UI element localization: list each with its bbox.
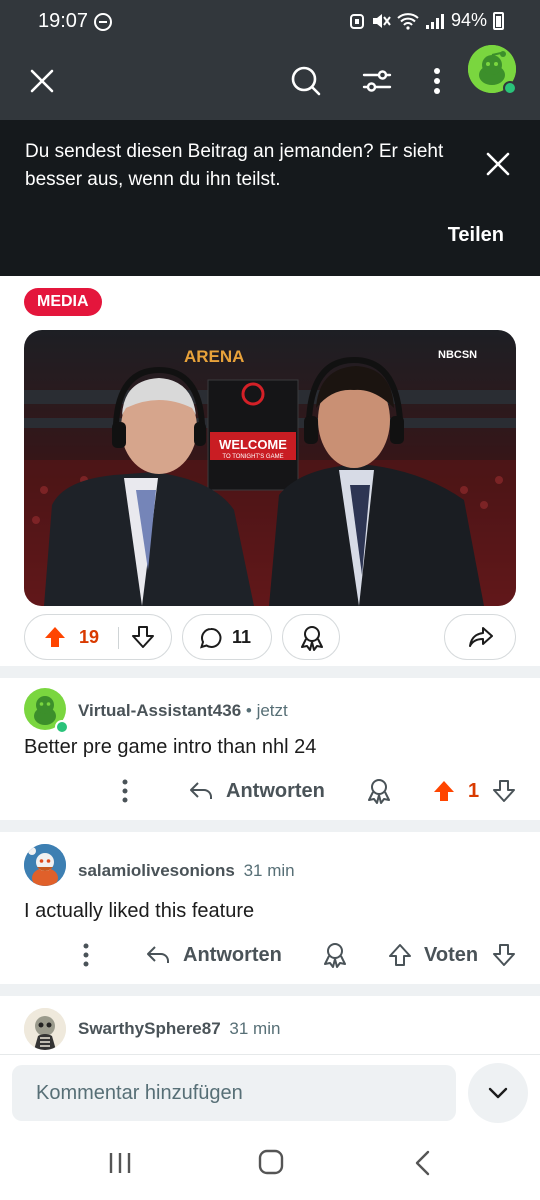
vote-button[interactable]: Voten bbox=[388, 935, 478, 975]
reply-arrow-icon bbox=[190, 782, 212, 799]
welcome-subtext: TO TONIGHT'S GAME bbox=[222, 454, 283, 460]
comment-username-row: Virtual-Assistant436 • jetzt bbox=[78, 701, 288, 721]
section-divider bbox=[0, 666, 540, 678]
section-divider bbox=[0, 820, 540, 832]
reply-button[interactable]: Antworten bbox=[188, 771, 325, 811]
share-banner: Du sendest diesen Beitrag an jemanden? E… bbox=[0, 120, 540, 276]
system-navigation-bar bbox=[0, 1130, 540, 1200]
snoo-avatar-icon bbox=[24, 1008, 66, 1050]
reply-button[interactable]: Antworten bbox=[145, 935, 282, 975]
video-player[interactable]: ARENA NBCSN WELCOME TO TONIGHT'S GAME bbox=[24, 330, 516, 606]
online-status-dot bbox=[55, 720, 69, 734]
search-icon[interactable] bbox=[281, 56, 331, 106]
battery-percent: 94% bbox=[450, 10, 487, 30]
comment-item: Virtual-Assistant436 • jetzt Better pre … bbox=[0, 678, 540, 820]
award-button[interactable] bbox=[282, 614, 340, 660]
comment-count: 11 bbox=[232, 626, 252, 647]
welcome-text: WELCOME bbox=[219, 437, 287, 452]
mute-icon bbox=[372, 13, 391, 28]
comment-time: • jetzt bbox=[245, 701, 288, 720]
status-bar: 19:07 94% bbox=[0, 0, 540, 44]
comment-more-icon[interactable] bbox=[121, 771, 129, 811]
vote-divider bbox=[118, 627, 119, 649]
comment-award-icon[interactable] bbox=[366, 771, 392, 811]
more-vertical-icon[interactable] bbox=[412, 56, 462, 106]
share-button[interactable]: Teilen bbox=[448, 224, 504, 247]
status-right: 94% bbox=[349, 10, 504, 31]
banner-close-icon[interactable] bbox=[484, 150, 512, 183]
downvote-icon[interactable] bbox=[131, 625, 155, 654]
battery-icon bbox=[493, 11, 504, 30]
home-icon[interactable] bbox=[258, 1149, 284, 1180]
comment-input[interactable] bbox=[12, 1065, 456, 1121]
comment-downvote-icon[interactable] bbox=[492, 771, 516, 811]
do-not-disturb-icon bbox=[94, 13, 112, 31]
comment-actions: Antworten 1 bbox=[0, 771, 540, 811]
comments-button[interactable]: 11 bbox=[182, 614, 272, 660]
share-arrow-icon bbox=[468, 625, 494, 654]
snoo-avatar-icon bbox=[24, 844, 66, 886]
post-actions: 19 11 bbox=[24, 614, 516, 660]
upvote-icon[interactable] bbox=[43, 625, 67, 654]
comment-award-icon[interactable] bbox=[322, 935, 348, 975]
commenter-avatar[interactable] bbox=[24, 1008, 66, 1050]
vote-pill: 19 bbox=[24, 614, 172, 660]
comment-username[interactable]: Virtual-Assistant436 bbox=[78, 701, 241, 720]
wifi-icon bbox=[397, 12, 419, 30]
comment-time: 31 min bbox=[229, 1019, 281, 1038]
comment-body: Better pre game intro than nhl 24 bbox=[24, 736, 317, 758]
reply-label: Antworten bbox=[183, 943, 282, 966]
reply-arrow-icon bbox=[147, 946, 169, 963]
section-divider bbox=[0, 984, 540, 996]
comment-body: I actually liked this feature bbox=[24, 900, 255, 922]
sort-icon[interactable] bbox=[352, 56, 402, 106]
banner-message: Du sendest diesen Beitrag an jemanden? E… bbox=[25, 141, 444, 190]
arena-sign-text: ARENA bbox=[184, 347, 244, 366]
network-logo-text: NBCSN bbox=[438, 349, 477, 361]
reply-label: Antworten bbox=[226, 779, 325, 802]
comment-username[interactable]: SwarthySphere87 bbox=[78, 1019, 221, 1038]
status-time: 19:07 bbox=[38, 10, 89, 32]
vote-count: 19 bbox=[79, 626, 100, 647]
comment-upvote-icon[interactable] bbox=[432, 771, 456, 811]
top-toolbar bbox=[0, 44, 540, 120]
vote-label: Voten bbox=[424, 943, 479, 966]
comment-bubble-icon bbox=[199, 626, 223, 655]
comment-item: SwarthySphere87 31 min bbox=[0, 996, 540, 1054]
online-status-dot bbox=[503, 81, 517, 95]
comment-username-row: SwarthySphere87 31 min bbox=[78, 1019, 280, 1039]
comment-time: 31 min bbox=[243, 861, 295, 880]
chevron-down-icon bbox=[488, 1087, 508, 1099]
flair-badge: MEDIA bbox=[24, 288, 102, 316]
comment-actions: Antworten Voten bbox=[0, 935, 540, 975]
comment-item: salamiolivesonions 31 min I actually lik… bbox=[0, 832, 540, 984]
expand-comments-button[interactable] bbox=[468, 1063, 528, 1123]
signal-icon bbox=[425, 13, 444, 29]
share-post-button[interactable] bbox=[444, 614, 516, 660]
comment-more-icon[interactable] bbox=[82, 935, 90, 975]
comment-username[interactable]: salamiolivesonions bbox=[78, 861, 235, 880]
comment-vote-count: 1 bbox=[468, 779, 480, 802]
comment-username-row: salamiolivesonions 31 min bbox=[78, 861, 295, 881]
comment-upvote-icon bbox=[389, 944, 411, 966]
commenter-avatar[interactable] bbox=[24, 844, 66, 886]
recent-apps-icon[interactable] bbox=[107, 1150, 133, 1181]
alarm-icon bbox=[349, 13, 364, 29]
close-icon[interactable] bbox=[17, 56, 67, 106]
video-thumbnail: ARENA NBCSN WELCOME TO TONIGHT'S GAME bbox=[24, 330, 516, 606]
back-icon[interactable] bbox=[413, 1150, 433, 1181]
award-icon bbox=[299, 625, 325, 656]
comment-downvote-icon[interactable] bbox=[492, 935, 516, 975]
